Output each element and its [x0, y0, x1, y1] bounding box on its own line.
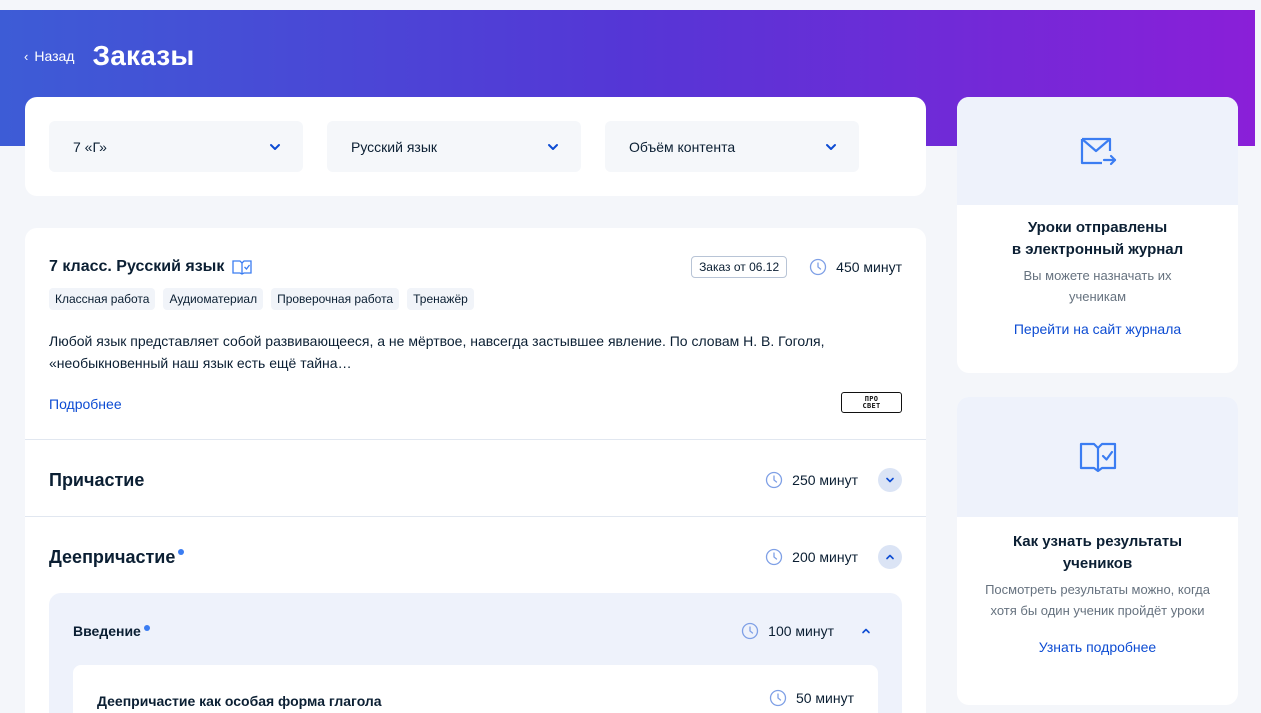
order-meta: Заказ от 06.12 450 минут	[691, 256, 902, 278]
back-label: Назад	[34, 48, 75, 64]
lesson-meta: 50 минут	[769, 689, 854, 707]
section-duration: 250 минут	[765, 471, 858, 489]
volume-select-value: Объём контента	[629, 138, 736, 155]
clock-icon	[742, 622, 759, 640]
section-meta: 200 минут	[765, 545, 902, 569]
section-duration: 200 минут	[765, 548, 858, 566]
order-summary: 7 класс. Русский язык Заказ от 06.12 450…	[25, 228, 926, 440]
side-card-title-line: Уроки отправлены	[1027, 219, 1168, 236]
chevron-left-icon: ‹	[24, 48, 29, 64]
filters-panel: 7 «Г» Русский язык Объём контента	[25, 97, 926, 196]
side-card-body: Как узнать результаты учеников Посмотрет…	[957, 531, 1238, 657]
section-title: Деепричастие	[49, 547, 185, 568]
side-card-illustration	[957, 97, 1238, 205]
tag: Классная работа	[49, 288, 156, 310]
volume-select[interactable]: Объём контента	[605, 121, 859, 172]
order-duration-text: 450 минут	[836, 259, 902, 275]
clock-icon	[766, 548, 783, 566]
chevron-down-icon	[548, 143, 558, 150]
mail-forward-icon	[1080, 137, 1116, 166]
clock-icon	[769, 689, 787, 707]
subsection-meta: 100 минут	[741, 619, 878, 643]
side-card-title: Как узнать результаты учеников	[1012, 533, 1183, 572]
publisher-logo: ПРО СВЕТ	[841, 392, 902, 413]
chevron-up-icon	[862, 628, 870, 634]
chevron-up-icon	[886, 554, 894, 560]
subsection-title[interactable]: Введение	[73, 623, 150, 639]
chevron-down-icon	[886, 477, 894, 483]
order-date-badge: Заказ от 06.12	[691, 256, 788, 278]
section-title: Причастие	[49, 470, 145, 490]
lesson-duration-text: 50 минут	[795, 690, 854, 706]
page-header: ‹ Назад Заказы	[24, 40, 195, 72]
order-description: Любой язык представляет собой развивающе…	[49, 333, 825, 371]
side-card-text: Вы можете назначать их ученикам	[1023, 268, 1172, 304]
lesson-item[interactable]: Деепричастие как особая форма глагола 50…	[73, 665, 878, 713]
class-select-value: 7 «Г»	[73, 138, 107, 155]
clock-icon	[766, 471, 783, 489]
subsection-title-text: Введение	[73, 623, 141, 639]
order-title-text: 7 класс. Русский язык	[49, 258, 225, 275]
order-tags: Классная работа Аудиоматериал Проверочна…	[49, 288, 474, 310]
order-card: 7 класс. Русский язык Заказ от 06.12 450…	[25, 228, 926, 713]
collapse-toggle[interactable]	[854, 619, 878, 643]
subject-select-value: Русский язык	[351, 138, 438, 155]
order-duration: 450 минут	[809, 258, 902, 276]
section-gerund[interactable]: Деепричастие 200 минут	[25, 517, 926, 594]
tag: Тренажёр	[407, 288, 474, 310]
subsection-duration: 100 минут	[741, 622, 834, 640]
collapse-toggle[interactable]	[878, 545, 902, 569]
subsection-duration-text: 100 минут	[768, 623, 834, 639]
book-check-icon	[1079, 442, 1116, 473]
journal-info-card: Уроки отправлены в электронный журнал Вы…	[957, 97, 1238, 373]
subject-select[interactable]: Русский язык	[327, 121, 581, 172]
back-button[interactable]: ‹ Назад	[24, 48, 74, 64]
side-card-title-line: в электронный журнал	[1011, 241, 1184, 258]
section-participle[interactable]: Причастие 250 минут	[25, 440, 926, 517]
expand-toggle[interactable]	[878, 468, 902, 492]
class-select[interactable]: 7 «Г»	[49, 121, 303, 172]
side-card-body: Уроки отправлены в электронный журнал Вы…	[957, 217, 1238, 339]
order-title: 7 класс. Русский язык	[49, 258, 253, 276]
lesson-title: Деепричастие как особая форма глагола	[97, 693, 382, 709]
chevron-down-icon	[270, 143, 280, 150]
page-title: Заказы	[92, 40, 195, 71]
side-card-title: Уроки отправлены в электронный журнал	[973, 217, 1222, 261]
lesson-duration: 50 минут	[769, 689, 854, 707]
book-check-icon	[232, 260, 253, 275]
subsection-intro: Введение 100 минут Деепричастие как особ…	[49, 593, 902, 713]
publisher-logo-line2: СВЕТ	[862, 401, 881, 410]
section-meta: 250 минут	[765, 468, 902, 492]
side-card-illustration	[957, 397, 1238, 517]
tag: Проверочная работа	[271, 288, 400, 310]
side-card-text: Посмотреть результаты можно, когда хотя …	[985, 582, 1210, 618]
section-duration-text: 250 минут	[792, 472, 858, 488]
tag: Аудиоматериал	[163, 288, 264, 310]
new-indicator-dot	[143, 625, 150, 631]
new-indicator-dot	[178, 549, 185, 555]
clock-icon	[810, 258, 827, 276]
chevron-down-icon	[826, 143, 836, 150]
results-more-link[interactable]: Узнать подробнее	[1039, 639, 1156, 655]
section-duration-text: 200 минут	[792, 549, 858, 565]
more-link[interactable]: Подробнее	[49, 396, 122, 412]
section-title-text: Деепричастие	[49, 547, 176, 567]
results-info-card: Как узнать результаты учеников Посмотрет…	[957, 397, 1238, 705]
journal-site-link[interactable]: Перейти на сайт журнала	[1014, 321, 1181, 337]
